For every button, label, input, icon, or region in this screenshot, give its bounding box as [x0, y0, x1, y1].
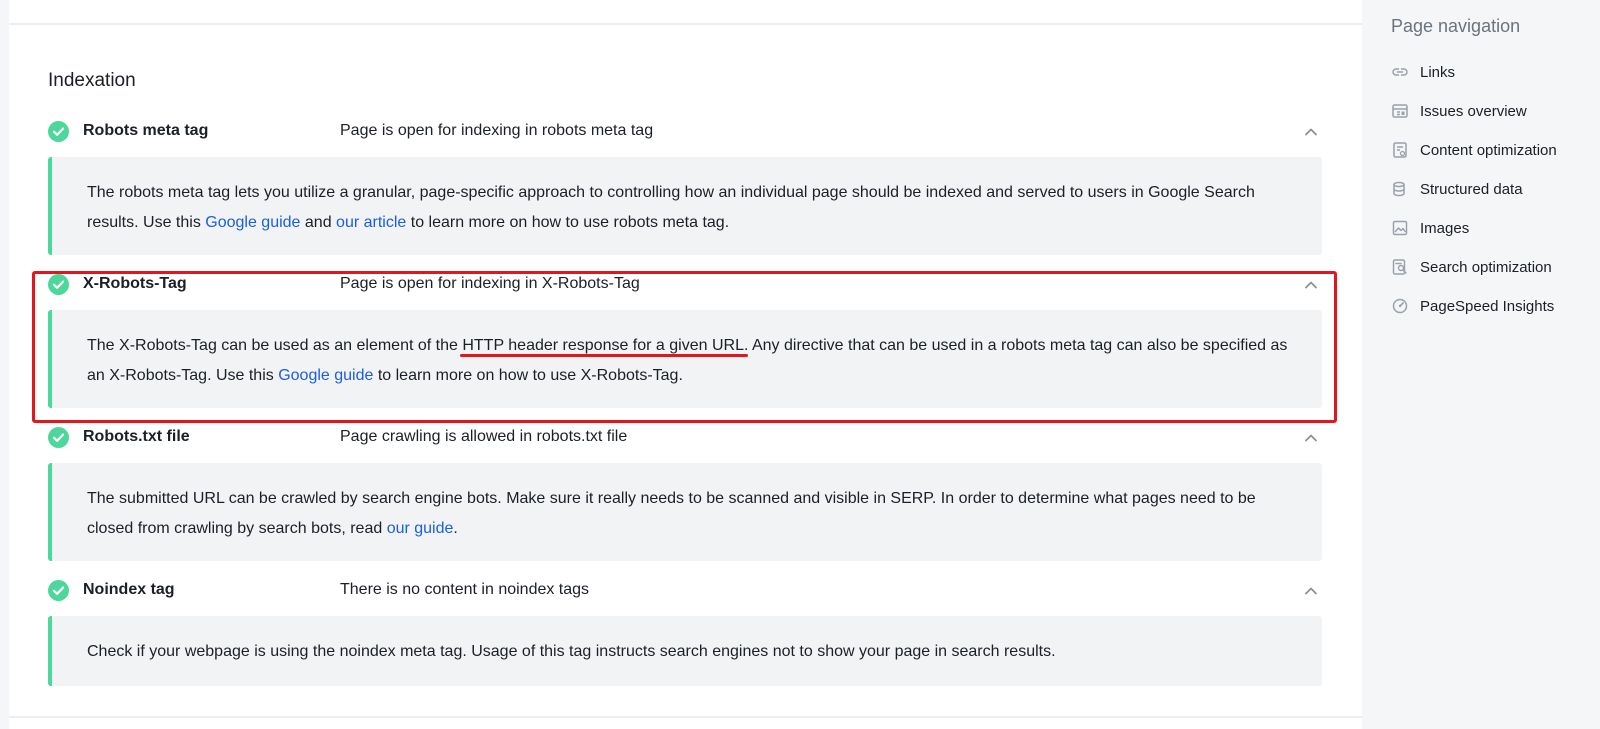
- google-guide-link[interactable]: Google guide: [278, 367, 373, 384]
- nav-label: Issues overview: [1420, 102, 1527, 120]
- check-status: Page is open for indexing in robots meta…: [340, 122, 654, 139]
- issues-overview-icon: [1392, 104, 1408, 118]
- page-navigation-title: Page navigation: [1391, 16, 1521, 36]
- check-name: Robots meta tag: [83, 122, 209, 139]
- chevron-up-icon[interactable]: [1301, 122, 1321, 142]
- description-text: The X-Robots-Tag can be used as an eleme…: [87, 337, 463, 354]
- check-x-robots-tag: X-Robots-Tag Page is open for indexing i…: [48, 272, 1329, 408]
- check-circle-icon: [48, 580, 69, 601]
- check-name: Noindex tag: [83, 581, 175, 598]
- search-document-icon: [1392, 259, 1407, 275]
- underlined-annotation-text: HTTP header response for a given URL: [462, 337, 744, 354]
- check-header[interactable]: Robots.txt file Page crawling is allowed…: [48, 425, 1329, 455]
- main-content: Indexation Robots meta tag Page is open …: [9, 0, 1362, 729]
- image-icon: [1392, 220, 1408, 236]
- chevron-up-icon[interactable]: [1301, 428, 1321, 448]
- nav-item-pagespeed-insights[interactable]: PageSpeed Insights: [1391, 294, 1596, 318]
- check-robots-txt: Robots.txt file Page crawling is allowed…: [48, 425, 1329, 561]
- check-name: X-Robots-Tag: [83, 275, 187, 292]
- check-circle-icon: [48, 427, 69, 448]
- check-status: Page crawling is allowed in robots.txt f…: [340, 428, 628, 445]
- bottom-divider: [9, 716, 1362, 718]
- chevron-up-icon[interactable]: [1301, 275, 1321, 295]
- check-noindex-tag: Noindex tag There is no content in noind…: [48, 578, 1329, 686]
- link-icon: [1392, 68, 1408, 76]
- nav-label: Structured data: [1420, 180, 1523, 198]
- chevron-up-icon[interactable]: [1301, 581, 1321, 601]
- nav-label: PageSpeed Insights: [1420, 297, 1555, 315]
- description-text: to learn more on how to use robots meta …: [406, 214, 730, 231]
- nav-label: Content optimization: [1420, 141, 1557, 159]
- our-article-link[interactable]: our article: [336, 214, 406, 231]
- check-circle-icon: [48, 121, 69, 142]
- check-header[interactable]: Noindex tag There is no content in noind…: [48, 578, 1329, 608]
- nav-label: Links: [1420, 63, 1456, 81]
- nav-label: Search optimization: [1420, 258, 1552, 276]
- nav-label: Images: [1420, 219, 1470, 237]
- description-text: .: [453, 520, 458, 537]
- check-circle-icon: [48, 274, 69, 295]
- check-description: The robots meta tag lets you utilize a g…: [48, 157, 1322, 255]
- check-name: Robots.txt file: [83, 428, 190, 445]
- nav-item-search-optimization[interactable]: Search optimization: [1391, 255, 1596, 279]
- google-guide-link[interactable]: Google guide: [205, 214, 300, 231]
- nav-item-images[interactable]: Images: [1391, 216, 1596, 240]
- nav-item-content-optimization[interactable]: Content optimization: [1391, 138, 1596, 162]
- check-header[interactable]: X-Robots-Tag Page is open for indexing i…: [48, 272, 1329, 302]
- nav-item-structured-data[interactable]: Structured data: [1391, 177, 1596, 201]
- database-icon: [1393, 181, 1405, 197]
- description-text: to learn more on how to use X-Robots-Tag…: [373, 367, 683, 384]
- page-navigation-sidebar: Page navigation Links Issues overview Co…: [1362, 0, 1600, 729]
- our-guide-link[interactable]: our guide: [387, 520, 454, 537]
- speedometer-icon: [1392, 298, 1408, 314]
- check-status: There is no content in noindex tags: [340, 581, 590, 598]
- check-description: The X-Robots-Tag can be used as an eleme…: [48, 310, 1322, 408]
- section-title: Indexation: [48, 70, 136, 91]
- description-text: Check if your webpage is using the noind…: [87, 643, 1056, 660]
- content-optimization-icon: [1393, 142, 1407, 158]
- nav-item-links[interactable]: Links: [1391, 60, 1596, 84]
- nav-item-issues-overview[interactable]: Issues overview: [1391, 99, 1596, 123]
- check-header[interactable]: Robots meta tag Page is open for indexin…: [48, 119, 1329, 149]
- top-divider: [9, 23, 1362, 25]
- check-description: Check if your webpage is using the noind…: [48, 616, 1322, 686]
- description-text: The submitted URL can be crawled by sear…: [87, 490, 1256, 537]
- check-description: The submitted URL can be crawled by sear…: [48, 463, 1322, 561]
- description-text: and: [300, 214, 337, 231]
- check-robots-meta-tag: Robots meta tag Page is open for indexin…: [48, 119, 1329, 255]
- check-status: Page is open for indexing in X-Robots-Ta…: [340, 275, 640, 292]
